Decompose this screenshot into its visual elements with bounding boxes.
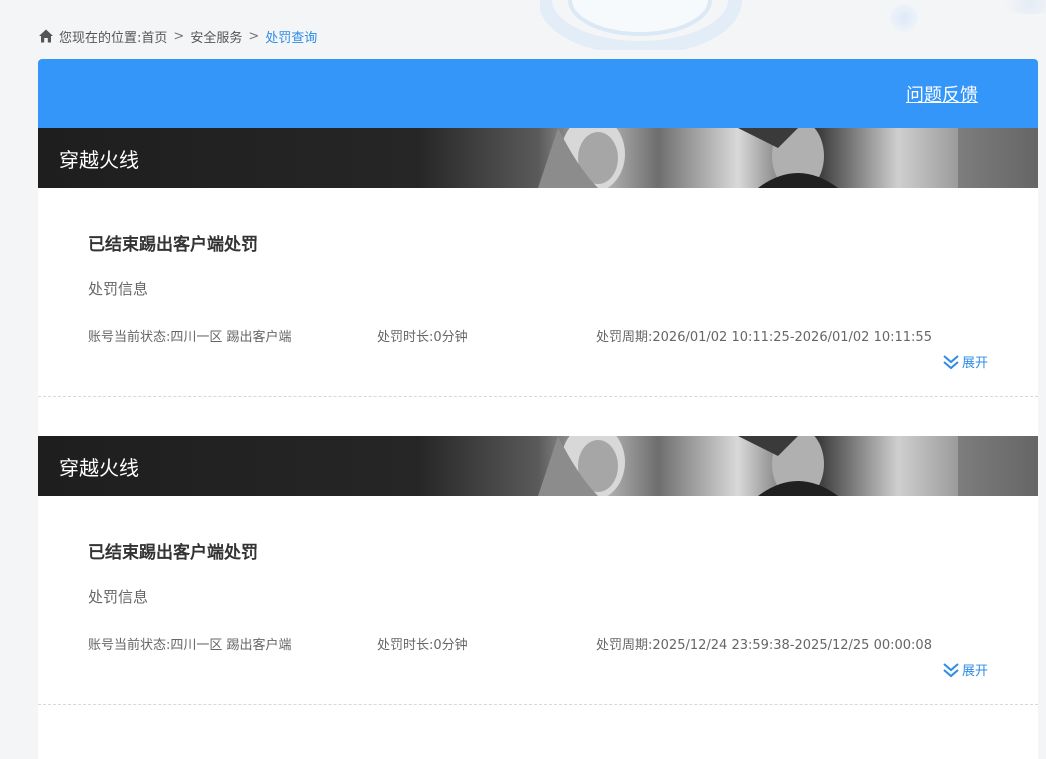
penalty-record: 已结束踢出客户端处罚 处罚信息 账号当前状态:四川一区 踢出客户端 处罚时长:0… [38,188,1038,397]
game-banner: 穿越火线 [38,128,1038,188]
background-bubble [890,4,918,32]
expand-button[interactable]: 展开 [942,352,988,371]
penalty-record: 已结束踢出客户端处罚 处罚信息 账号当前状态:四川一区 踢出客户端 处罚时长:0… [38,496,1038,705]
game-art-image [538,436,1038,496]
expand-button[interactable]: 展开 [942,660,988,679]
penalty-period: 处罚周期:2026/01/02 10:11:25-2026/01/02 10:1… [596,330,932,345]
account-status: 账号当前状态:四川一区 踢出客户端 [88,330,292,345]
record-title: 已结束踢出客户端处罚 [88,543,258,563]
panel-header: 问题反馈 [38,59,1038,128]
penalty-period: 处罚周期:2025/12/24 23:59:38-2025/12/25 00:0… [596,638,932,653]
penalty-duration: 处罚时长:0分钟 [377,330,468,345]
game-title: 穿越火线 [59,148,139,172]
feedback-link[interactable]: 问题反馈 [906,81,978,107]
breadcrumb-home[interactable]: 首页 [141,27,167,46]
penalty-duration: 处罚时长:0分钟 [377,638,468,653]
record-subtitle: 处罚信息 [88,588,149,606]
game-art-image [538,128,1038,188]
game-title: 穿越火线 [59,456,139,480]
home-icon [39,29,53,43]
breadcrumb-separator: > [248,28,260,44]
game-banner: 穿越火线 [38,436,1038,496]
expand-label: 展开 [961,356,988,371]
background-bubble [1000,0,1046,14]
expand-label: 展开 [961,664,988,679]
background-decoration [540,0,742,50]
record-subtitle: 处罚信息 [88,280,149,298]
account-status: 账号当前状态:四川一区 踢出客户端 [88,638,292,653]
record-gap [38,397,1038,436]
breadcrumb-separator: > [173,28,185,44]
breadcrumb-current: 处罚查询 [265,30,318,46]
breadcrumb-security-service[interactable]: 安全服务 [190,27,242,46]
double-chevron-down-icon [943,354,959,369]
breadcrumb-prefix: 您现在的位置: [59,30,142,46]
double-chevron-down-icon [943,662,959,677]
penalty-panel: 问题反馈 穿越火线 已结束踢出客户端处罚 处罚信息 账号当前状态:四川一区 踢出… [38,59,1038,759]
record-title: 已结束踢出客户端处罚 [88,235,258,255]
breadcrumb: 您现在的位置: 首页 > 安全服务 > 处罚查询 [38,26,317,46]
